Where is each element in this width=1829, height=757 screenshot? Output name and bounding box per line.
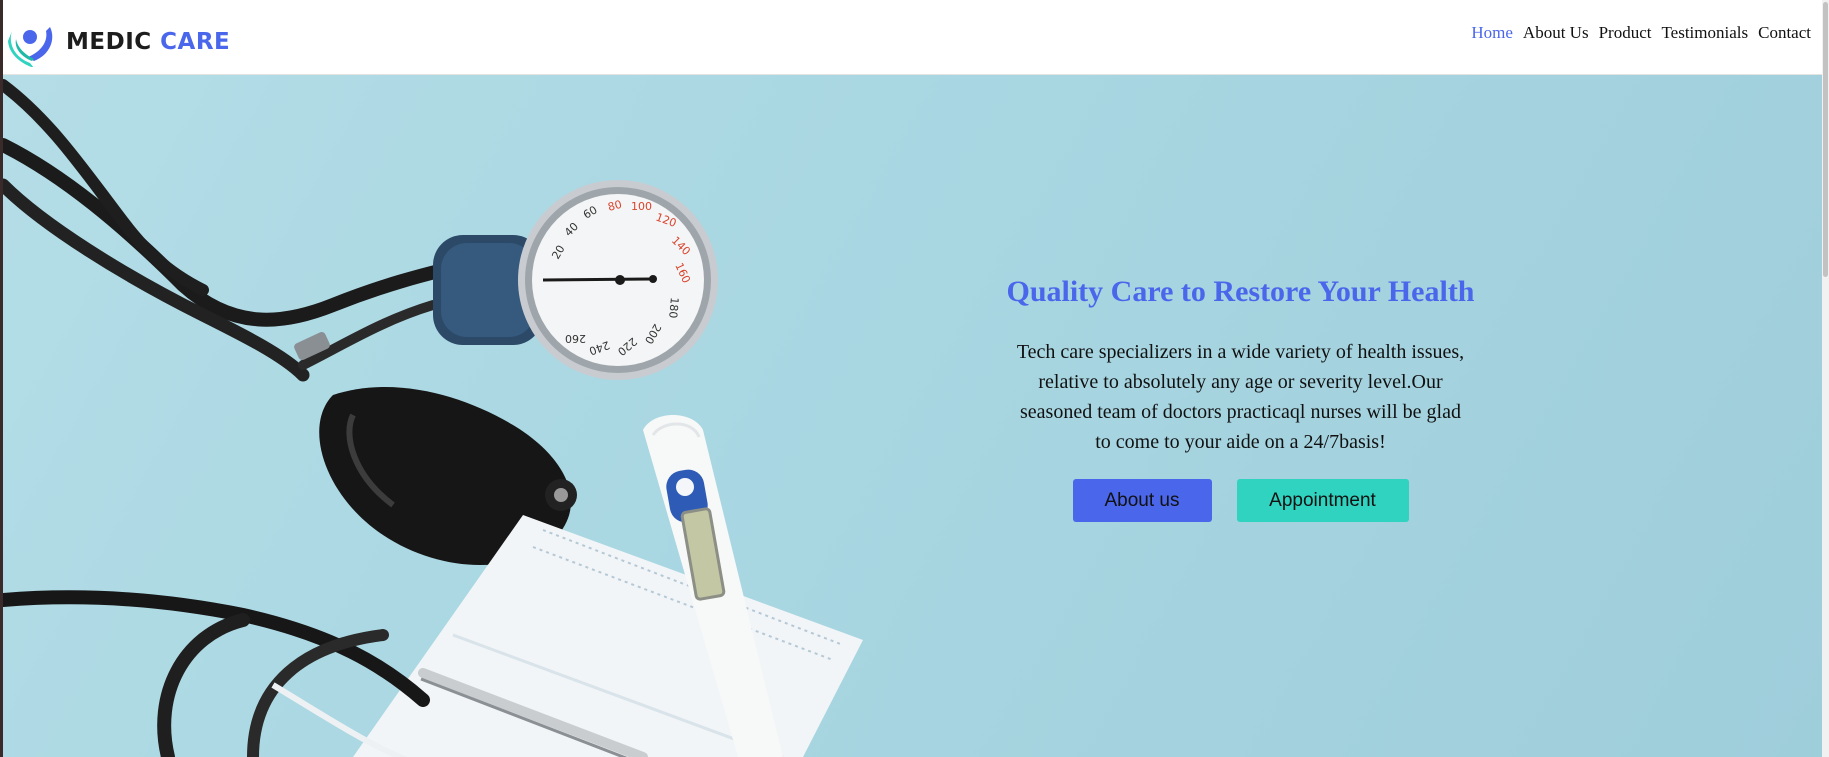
nav-about-us[interactable]: About Us	[1523, 23, 1589, 43]
main-nav: Home About Us Product Testimonials Conta…	[1461, 23, 1811, 43]
gauge-tick-label: 260	[565, 332, 586, 345]
brand-logo[interactable]: MEDIC CARE	[6, 17, 230, 67]
nav-contact[interactable]: Contact	[1758, 23, 1811, 43]
nav-home[interactable]: Home	[1471, 23, 1513, 43]
appointment-button[interactable]: Appointment	[1236, 479, 1409, 522]
hero-content: Quality Care to Restore Your Health Tech…	[993, 275, 1488, 522]
brand-name-part2: CARE	[160, 29, 231, 55]
nav-product[interactable]: Product	[1599, 23, 1652, 43]
brand-name-part1: MEDIC	[66, 29, 152, 55]
hero-image: 20 40 60 80 100 120 140 160 180 200 220 …	[3, 79, 863, 757]
navbar: MEDIC CARE Home About Us Product Testimo…	[3, 0, 1825, 75]
hero-buttons: About us Appointment	[993, 479, 1488, 522]
vertical-scrollbar[interactable]	[1822, 0, 1829, 757]
page: MEDIC CARE Home About Us Product Testimo…	[0, 0, 1829, 757]
about-us-button[interactable]: About us	[1072, 479, 1212, 522]
brand-name: MEDIC CARE	[66, 29, 230, 55]
gauge-tick-label: 180	[666, 297, 681, 319]
hero-description: Tech care specializers in a wide variety…	[1016, 341, 1465, 453]
gauge-tick-label: 100	[631, 200, 652, 213]
nav-testimonials[interactable]: Testimonials	[1661, 23, 1748, 43]
scrollbar-thumb[interactable]	[1823, 2, 1828, 277]
hero-section: 20 40 60 80 100 120 140 160 180 200 220 …	[3, 75, 1825, 757]
hero-title: Quality Care to Restore Your Health	[1006, 275, 1475, 308]
caring-hands-person-icon	[8, 27, 53, 67]
